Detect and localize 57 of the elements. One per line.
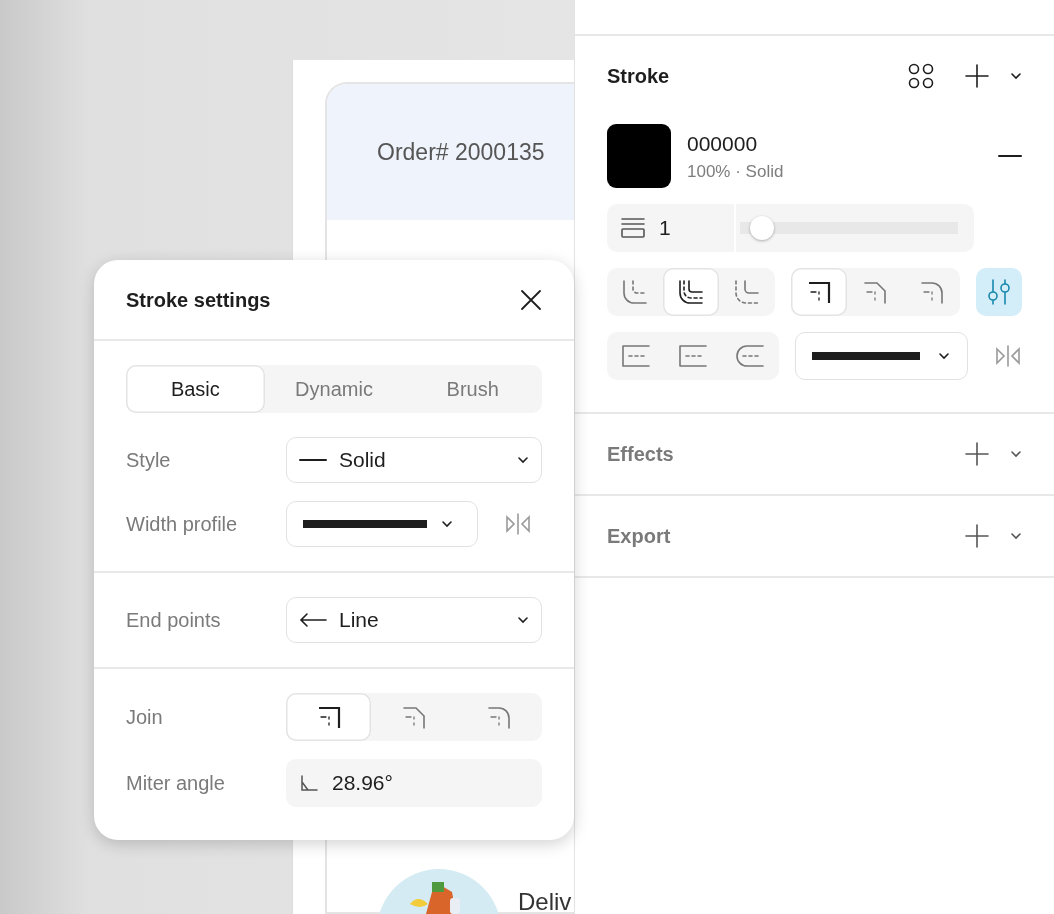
- plus-icon: [964, 441, 990, 467]
- line-icon: [299, 458, 327, 462]
- delivery-text: Deliv: [518, 887, 572, 914]
- styles-grid-icon: [908, 63, 934, 89]
- mirror-icon: [504, 512, 532, 536]
- paint-detail: 100% · Solid: [687, 161, 785, 183]
- dropdown[interactable]: Line: [286, 597, 542, 643]
- chevron-down-icon: [517, 616, 529, 624]
- tab[interactable]: Dynamic: [264, 365, 404, 413]
- weight-value: 1: [659, 215, 671, 242]
- stroke-weight-icon: [621, 217, 645, 239]
- angle-field[interactable]: 28.96°: [286, 759, 542, 807]
- weight-field[interactable]: 1: [607, 204, 736, 252]
- field-label: Join: [126, 705, 164, 730]
- tab[interactable]: Basic: [126, 365, 265, 413]
- plus-icon: [964, 523, 990, 549]
- stroke-cap-round-icon: [734, 342, 767, 370]
- stroke-profile-icon: [812, 352, 921, 360]
- arrow-left-icon: [299, 612, 327, 628]
- sliders-icon: [985, 278, 1012, 306]
- join-option[interactable]: [286, 693, 372, 741]
- order-title: Order# 2000135: [377, 137, 545, 167]
- color-hex: 000000: [687, 130, 759, 157]
- close-icon: [520, 288, 542, 311]
- dropdown[interactable]: Solid: [286, 437, 542, 483]
- stroke-settings-button[interactable]: [975, 268, 1022, 316]
- tab[interactable]: Brush: [403, 365, 542, 413]
- field-label: End points: [126, 608, 222, 633]
- section-title: Stroke: [607, 64, 671, 89]
- stroke-position-option[interactable]: [663, 268, 720, 316]
- stroke-profile-icon: [303, 520, 427, 528]
- plus-icon: [964, 63, 990, 89]
- chevron-down-icon: [1010, 72, 1022, 80]
- stroke-cap-none-icon: [619, 342, 652, 370]
- angle-icon: [300, 775, 318, 791]
- angle-value: 28.96°: [332, 770, 393, 797]
- chevron-down-icon: [441, 520, 453, 528]
- section-title: Effects: [607, 442, 675, 467]
- section-title: Export: [607, 524, 672, 549]
- dropdown-value: Solid: [339, 447, 387, 474]
- join-option[interactable]: [791, 268, 848, 316]
- field-label: Width profile: [126, 512, 239, 537]
- field-label: Miter angle: [126, 771, 226, 796]
- minus-icon: [998, 154, 1022, 158]
- dropdown-value: Line: [339, 607, 380, 634]
- field-label: Style: [126, 448, 172, 473]
- mirror-icon: [994, 344, 1022, 368]
- chevron-down-icon: [517, 456, 529, 464]
- width-profile-dropdown[interactable]: [286, 501, 478, 547]
- stroke-cap-square-icon: [677, 342, 710, 370]
- popover-title: Stroke settings: [126, 287, 271, 313]
- chevron-down-icon: [1010, 532, 1022, 540]
- slider-thumb[interactable]: [749, 216, 774, 240]
- chevron-down-icon: [1010, 450, 1022, 458]
- chevron-down-icon: [938, 352, 951, 360]
- width-profile-dropdown[interactable]: [795, 332, 968, 380]
- color-swatch[interactable]: [607, 124, 671, 188]
